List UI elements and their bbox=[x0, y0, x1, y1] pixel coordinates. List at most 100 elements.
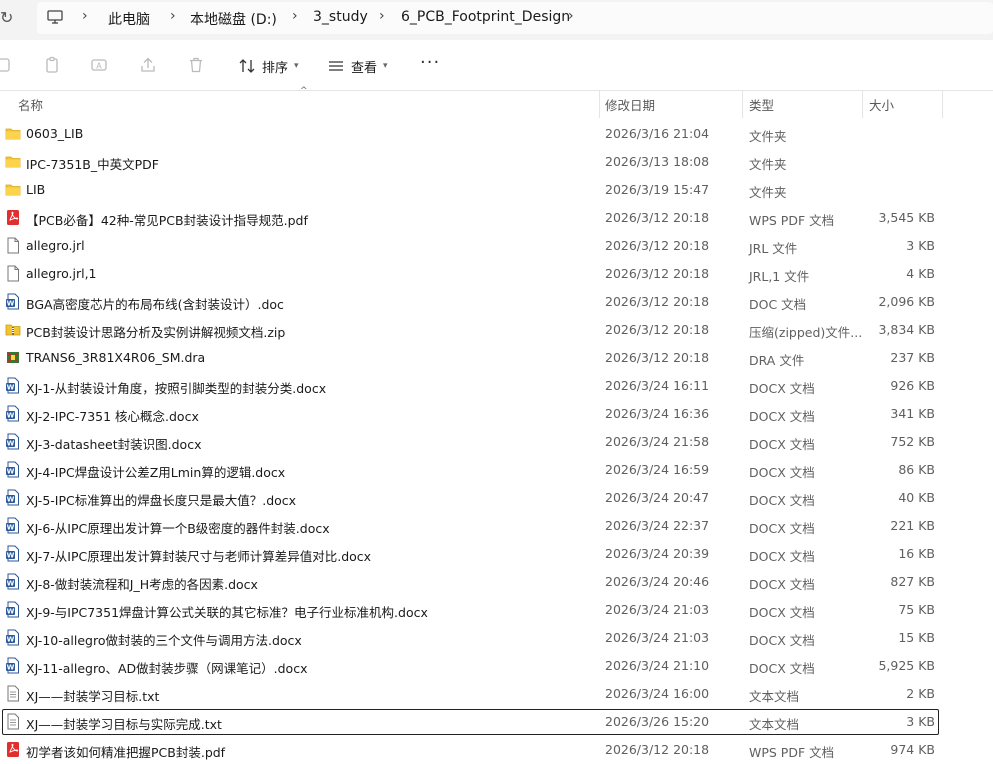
file-name: XJ-9-与IPC7351焊盘计算公式关联的其它标准？电子行业标准机构.docx bbox=[26, 605, 428, 620]
file-row[interactable]: W XJ-9-与IPC7351焊盘计算公式关联的其它标准？电子行业标准机构.doc… bbox=[0, 596, 993, 624]
file-row[interactable]: W BGA高密度芯片的布局布线(含封装设计）.doc 2026/3/12 20:18… bbox=[0, 288, 993, 316]
file-size: 752 KB bbox=[890, 434, 935, 449]
file-size: 2,096 KB bbox=[878, 294, 935, 309]
file-row[interactable]: allegro.jrl 2026/3/12 20:18 JRL 文件 3 KB bbox=[0, 232, 993, 260]
breadcrumb-item[interactable]: 此电脑 bbox=[108, 9, 150, 29]
file-row[interactable]: TRANS6_3R81X4R06_SM.dra 2026/3/12 20:18 DR… bbox=[0, 344, 993, 372]
file-row[interactable]: W XJ-8-做封装流程和J_H考虑的各因素.docx 2026/3/24 20:4… bbox=[0, 568, 993, 596]
file-name: 【PCB必备】42种-常见PCB封装设计指导规范.pdf bbox=[26, 213, 308, 228]
file-icon bbox=[5, 265, 21, 282]
file-row[interactable]: PCB封装设计思路分析及实例讲解视频文档.zip 2026/3/12 20:18 压… bbox=[0, 316, 993, 344]
column-date[interactable]: 修改日期 bbox=[605, 95, 655, 114]
folder-icon bbox=[5, 153, 21, 170]
dra-icon bbox=[5, 349, 21, 366]
file-name: XJ-10-allegro做封装的三个文件与调用方法.docx bbox=[26, 633, 302, 648]
file-row[interactable]: 0603_LIB 2026/3/16 21:04 文件夹 bbox=[0, 120, 993, 148]
file-row[interactable]: W XJ-2-IPC-7351 核心概念.docx 2026/3/24 16:36 D… bbox=[0, 400, 993, 428]
file-row[interactable]: IPC-7351B_中英文PDF 2026/3/13 18:08 文件夹 bbox=[0, 148, 993, 176]
txt-icon bbox=[5, 713, 21, 730]
file-date: 2026/3/12 20:18 bbox=[605, 266, 710, 281]
word-icon: W bbox=[5, 573, 21, 590]
file-row[interactable]: XJ——封装学习目标.txt 2026/3/24 16:00 文本文档 2 KB bbox=[0, 680, 993, 708]
file-row[interactable]: W XJ-4-IPC焊盘设计公差Z用Lmin算的逻辑.docx 2026/3/24 … bbox=[0, 456, 993, 484]
breadcrumb-item[interactable]: 本地磁盘 (D:) bbox=[190, 9, 277, 29]
svg-text:W: W bbox=[7, 384, 15, 392]
column-divider[interactable] bbox=[942, 90, 943, 118]
file-date: 2026/3/24 16:11 bbox=[605, 378, 710, 393]
file-type: DOCX 文档 bbox=[749, 549, 815, 564]
file-row[interactable]: 【PCB必备】42种-常见PCB封装设计指导规范.pdf 2026/3/12 20… bbox=[0, 204, 993, 232]
file-date: 2026/3/12 20:18 bbox=[605, 742, 710, 757]
view-icon bbox=[329, 61, 343, 71]
file-name: XJ-2-IPC-7351 核心概念.docx bbox=[26, 409, 199, 424]
file-date: 2026/3/24 20:46 bbox=[605, 574, 710, 589]
pdf-icon bbox=[5, 209, 21, 226]
file-name: XJ——封装学习目标与实际完成.txt bbox=[26, 717, 222, 732]
svg-text:W: W bbox=[7, 440, 15, 448]
paste-icon[interactable] bbox=[43, 56, 61, 74]
file-row[interactable]: allegro.jrl,1 2026/3/12 20:18 JRL,1 文件 4 KB bbox=[0, 260, 993, 288]
file-row[interactable]: W XJ-3-datasheet封装识图.docx 2026/3/24 21:58 D… bbox=[0, 428, 993, 456]
file-type: DOCX 文档 bbox=[749, 465, 815, 480]
file-type: 文件夹 bbox=[749, 129, 787, 144]
sort-button[interactable]: 排序 ▾ bbox=[238, 55, 299, 77]
file-type: DOCX 文档 bbox=[749, 437, 815, 452]
view-button[interactable]: 查看 ▾ bbox=[327, 55, 388, 77]
column-divider[interactable] bbox=[742, 90, 743, 118]
address-bar: ↻ › 此电脑 › 本地磁盘 (D:) › 3_study › 6_PCB_Fo… bbox=[0, 0, 993, 40]
file-row[interactable]: XJ——封装学习目标与实际完成.txt 2026/3/26 15:20 文本文档 3 … bbox=[0, 708, 993, 736]
breadcrumb-item[interactable]: 3_study bbox=[313, 9, 368, 25]
file-row[interactable]: W XJ-5-IPC标准算出的焊盘长度只是最大值？.docx 2026/3/24 2… bbox=[0, 484, 993, 512]
file-row[interactable]: LIB 2026/3/19 15:47 文件夹 bbox=[0, 176, 993, 204]
file-type: 文件夹 bbox=[749, 157, 787, 172]
file-name: 0603_LIB bbox=[26, 126, 84, 141]
file-date: 2026/3/24 22:37 bbox=[605, 518, 710, 533]
file-row[interactable]: W XJ-1-从封装设计角度，按照引脚类型的封装分类.docx 2026/3/24 … bbox=[0, 372, 993, 400]
share-icon[interactable] bbox=[139, 56, 157, 74]
file-row[interactable]: W XJ-11-allegro、AD做封装步骤（网课笔记）.docx 2026/3/… bbox=[0, 652, 993, 680]
column-divider[interactable] bbox=[862, 90, 863, 118]
file-size: 15 KB bbox=[898, 630, 935, 645]
file-name: 初学者该如何精准把握PCB封装.pdf bbox=[26, 745, 226, 760]
word-icon: W bbox=[5, 601, 21, 618]
file-date: 2026/3/13 18:08 bbox=[605, 154, 710, 169]
delete-icon[interactable] bbox=[187, 56, 205, 74]
file-type: WPS PDF 文档 bbox=[749, 745, 835, 760]
sort-ascending-icon: ^ bbox=[300, 86, 308, 96]
file-date: 2026/3/12 20:18 bbox=[605, 294, 710, 309]
command-bar: A 排序 ▾ 查看 ▾ ··· bbox=[0, 40, 993, 91]
column-type[interactable]: 类型 bbox=[749, 95, 774, 114]
chevron-right-icon[interactable]: › bbox=[568, 8, 574, 24]
file-type: DOCX 文档 bbox=[749, 493, 815, 508]
column-divider[interactable] bbox=[599, 90, 600, 118]
rename-icon[interactable]: A bbox=[90, 56, 108, 74]
column-size[interactable]: 大小 bbox=[869, 95, 894, 114]
file-row[interactable]: W XJ-10-allegro做封装的三个文件与调用方法.docx 2026/3/2… bbox=[0, 624, 993, 652]
chevron-right-icon: › bbox=[379, 8, 385, 24]
file-date: 2026/3/24 16:36 bbox=[605, 406, 710, 421]
view-label: 查看 bbox=[351, 60, 378, 76]
more-options-button[interactable]: ··· bbox=[420, 52, 440, 73]
new-icon[interactable] bbox=[0, 56, 12, 74]
file-name: XJ-4-IPC焊盘设计公差Z用Lmin算的逻辑.docx bbox=[26, 465, 286, 480]
file-row[interactable]: W XJ-7-从IPC原理出发计算封装尺寸与老师计算差异值对比.docx 2026/… bbox=[0, 540, 993, 568]
file-row[interactable]: 初学者该如何精准把握PCB封装.pdf 2026/3/12 20:18 WPS PD… bbox=[0, 736, 993, 764]
word-icon: W bbox=[5, 545, 21, 562]
file-type: DOCX 文档 bbox=[749, 633, 815, 648]
refresh-icon[interactable]: ↻ bbox=[0, 8, 18, 28]
file-row[interactable]: W XJ-6-从IPC原理出发计算一个B级密度的器件封装.docx 2026/3/2… bbox=[0, 512, 993, 540]
breadcrumb-item[interactable]: 6_PCB_Footprint_Design bbox=[401, 9, 570, 25]
file-name: IPC-7351B_中英文PDF bbox=[26, 157, 159, 172]
svg-text:W: W bbox=[7, 300, 15, 308]
file-type: DOCX 文档 bbox=[749, 661, 815, 676]
file-type: DOCX 文档 bbox=[749, 381, 815, 396]
file-type: JRL,1 文件 bbox=[749, 269, 810, 284]
breadcrumb[interactable]: › 此电脑 › 本地磁盘 (D:) › 3_study › 6_PCB_Foot… bbox=[37, 2, 993, 34]
column-name[interactable]: 名称 bbox=[18, 95, 43, 114]
file-type: 文件夹 bbox=[749, 185, 787, 200]
pdf-icon bbox=[5, 741, 21, 758]
txt-icon bbox=[5, 685, 21, 702]
folder-icon bbox=[5, 181, 21, 198]
file-size: 974 KB bbox=[890, 742, 935, 757]
file-size: 4 KB bbox=[906, 266, 935, 281]
